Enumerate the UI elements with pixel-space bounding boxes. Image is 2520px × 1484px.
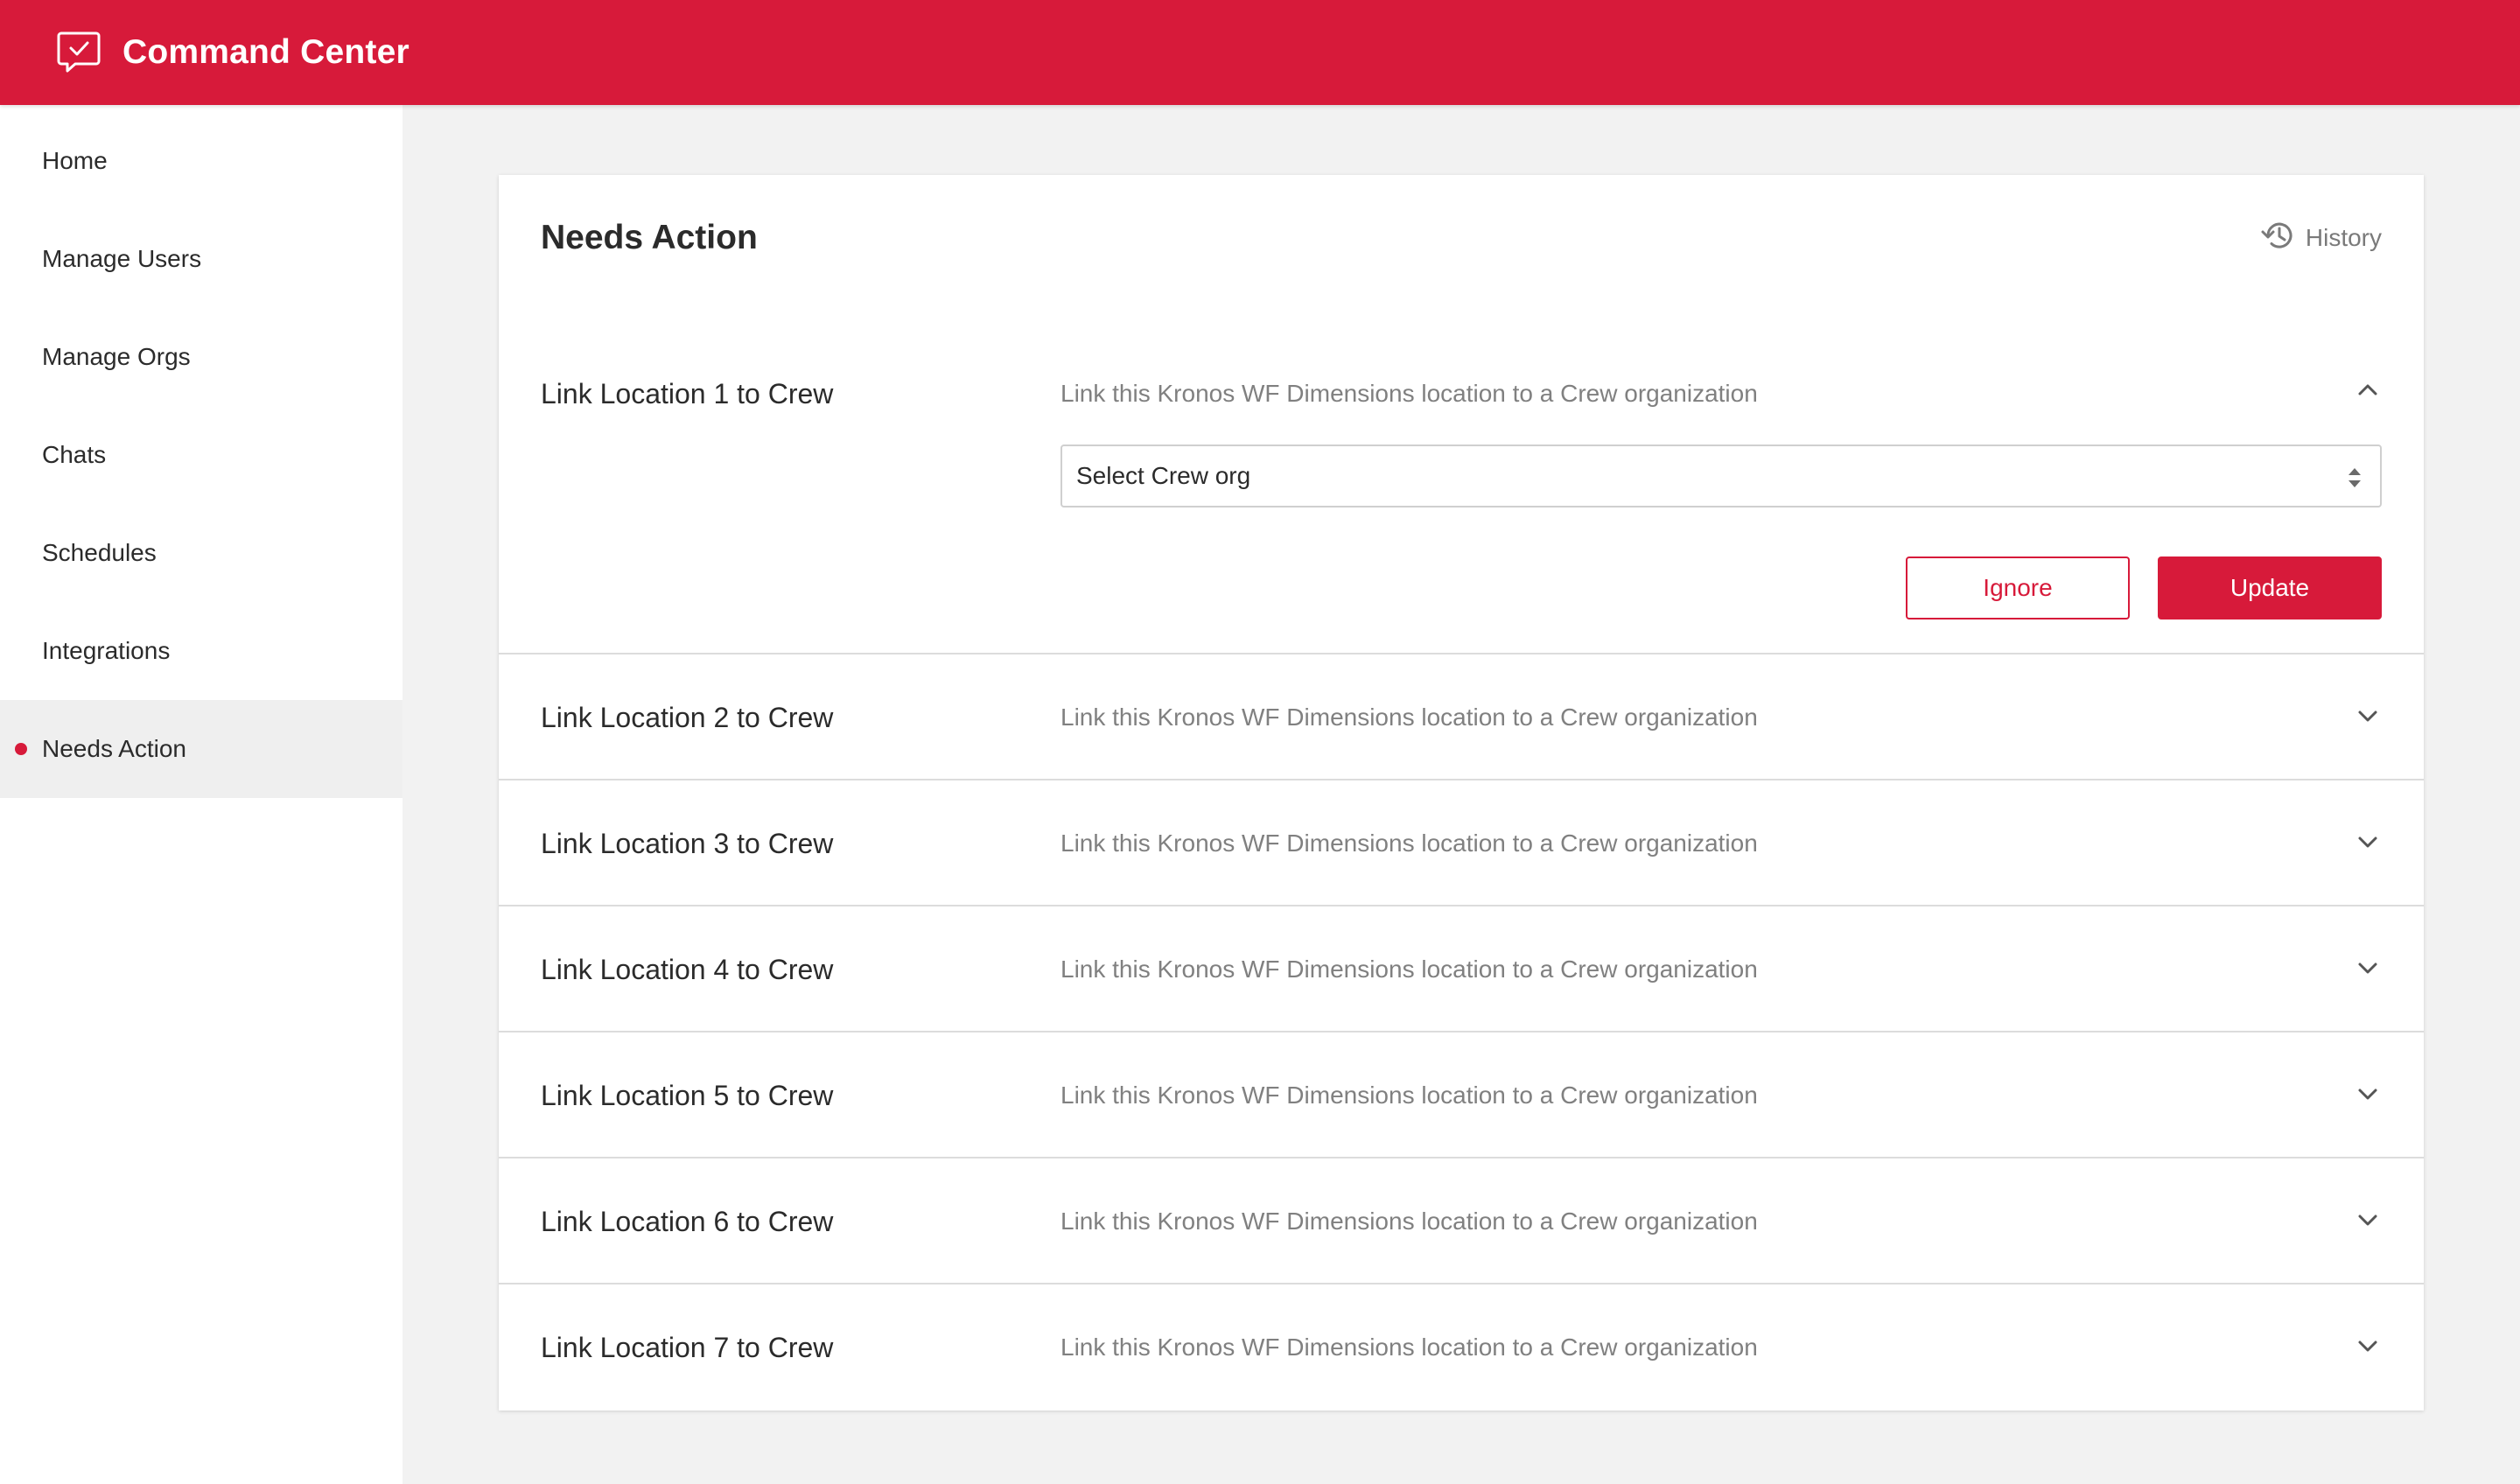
chevron-down-icon[interactable] [2354,954,2382,982]
page-title: Needs Action [541,219,758,256]
row-description: Link this Kronos WF Dimensions location … [1060,830,1758,857]
chevron-down-icon[interactable] [2354,828,2382,856]
row-description: Link this Kronos WF Dimensions location … [1060,1082,1758,1109]
sidebar-item-schedules[interactable]: Schedules [0,504,402,602]
needs-action-row[interactable]: Link Location 2 to Crew Link this Kronos… [499,654,2424,780]
needs-action-row[interactable]: Link Location 7 to Crew Link this Kronos… [499,1284,2424,1410]
sidebar-item-label: Chats [42,441,107,468]
sidebar-item-integrations[interactable]: Integrations [0,602,402,700]
needs-action-row[interactable]: Link Location 5 to Crew Link this Kronos… [499,1032,2424,1158]
sidebar: Home Manage Users Manage Orgs Chats Sche… [0,105,402,1484]
row-description: Link this Kronos WF Dimensions location … [1060,704,1758,731]
sidebar-item-label: Schedules [42,539,157,566]
row-title: Link Location 2 to Crew [541,702,834,733]
row-description: Link this Kronos WF Dimensions location … [1060,1208,1758,1235]
crew-org-select[interactable]: Select Crew org [1060,444,2382,508]
row-description: Link this Kronos WF Dimensions location … [1060,956,1758,983]
sidebar-item-label: Manage Orgs [42,343,191,370]
sidebar-item-label: Home [42,147,108,174]
row-title: Link Location 5 to Crew [541,1080,834,1111]
history-label: History [2305,223,2382,251]
row-title: Link Location 4 to Crew [541,954,834,985]
needs-action-row: Link Location 1 to Crew Link this Kronos… [499,324,2424,654]
needs-action-card: Needs Action History Link Location 1 to … [499,175,2424,1410]
row-description: Link this Kronos WF Dimensions location … [1060,380,1758,407]
sidebar-item-manage-users[interactable]: Manage Users [0,210,402,308]
sidebar-item-needs-action[interactable]: Needs Action [0,700,402,798]
chat-check-icon[interactable] [56,30,102,75]
needs-action-row[interactable]: Link Location 4 to Crew Link this Kronos… [499,906,2424,1032]
row-title: Link Location 3 to Crew [541,828,834,859]
sidebar-item-manage-orgs[interactable]: Manage Orgs [0,308,402,406]
top-bar: Command Center [0,0,2520,105]
sidebar-item-label: Integrations [42,637,171,664]
row-description: Link this Kronos WF Dimensions location … [1060,1334,1758,1361]
sidebar-item-label: Needs Action [42,735,186,762]
chevron-down-icon[interactable] [2354,702,2382,730]
chevron-down-icon[interactable] [2354,1080,2382,1108]
sidebar-item-label: Manage Users [42,245,202,272]
crew-org-select-value: Select Crew org [1076,462,1251,489]
update-button[interactable]: Update [2158,556,2382,620]
history-icon [2260,217,2297,258]
chevron-down-icon[interactable] [2354,1206,2382,1234]
chevron-down-icon[interactable] [2354,1332,2382,1360]
chevron-up-icon[interactable] [2354,376,2382,404]
row-title: Link Location 7 to Crew [541,1332,834,1363]
row-title: Link Location 6 to Crew [541,1206,834,1237]
history-button[interactable]: History [2260,217,2382,258]
sidebar-item-chats[interactable]: Chats [0,406,402,504]
active-indicator-dot [15,743,27,755]
sidebar-item-home[interactable]: Home [0,112,402,210]
card-header: Needs Action History [499,175,2424,324]
ignore-button[interactable]: Ignore [1906,556,2130,620]
needs-action-row[interactable]: Link Location 6 to Crew Link this Kronos… [499,1158,2424,1284]
needs-action-row[interactable]: Link Location 3 to Crew Link this Kronos… [499,780,2424,906]
app-title: Command Center [122,33,410,71]
row-title: Link Location 1 to Crew [541,378,834,410]
select-arrows-icon [2345,466,2364,496]
